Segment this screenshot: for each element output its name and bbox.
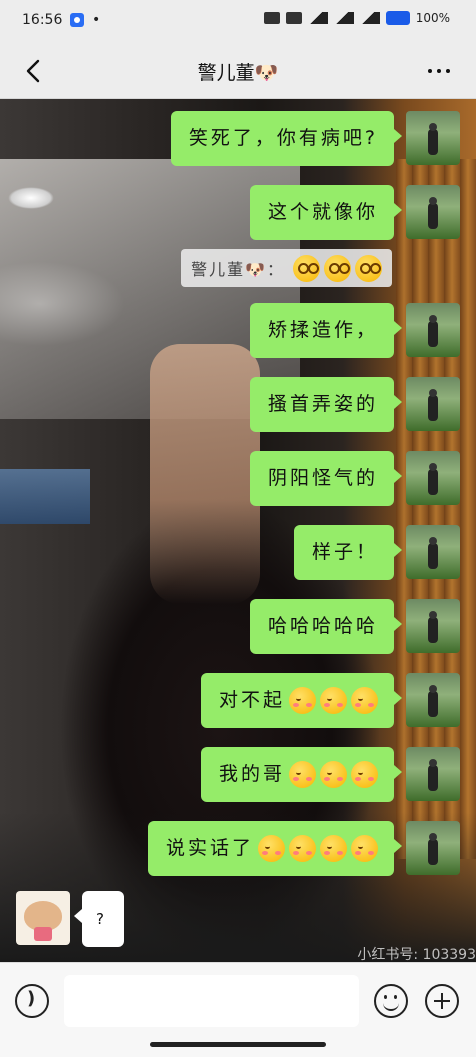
chat-title: 警儿董🐶 (197, 62, 279, 84)
nfc-icon (263, 12, 280, 24)
status-dot: • (92, 12, 101, 28)
incoming-message-row: ? (16, 891, 124, 947)
contact-avatar[interactable] (16, 891, 70, 945)
battery-percent: 100% (415, 11, 450, 25)
quote-sender: 警儿董🐶： (191, 260, 285, 279)
my-avatar[interactable] (406, 599, 460, 653)
quoted-message[interactable]: 警儿董🐶： (181, 249, 392, 287)
my-avatar[interactable] (406, 673, 460, 727)
dizzy-emoji-icon (293, 254, 320, 282)
my-avatar[interactable] (406, 525, 460, 579)
outgoing-message-row: 阴阳怪气的 (249, 451, 460, 506)
message-text: 对不起 (218, 689, 285, 711)
outgoing-bubble[interactable]: 搔首弄姿的 (249, 377, 403, 432)
message-text: 我的哥 (218, 763, 285, 785)
battery-icon (385, 11, 410, 25)
wifi-icon (359, 12, 380, 24)
signal-icon-2 (333, 12, 354, 24)
message-text: 阴阳怪气的 (267, 467, 378, 489)
blush-emoji-icon (289, 835, 316, 862)
outgoing-message-row: 哈哈哈哈哈 (249, 599, 460, 654)
outgoing-bubble[interactable]: 哈哈哈哈哈 (249, 599, 403, 654)
message-text: 这个就像你 (267, 201, 378, 223)
my-avatar[interactable] (406, 303, 460, 357)
outgoing-message-row: 矫揉造作， (249, 303, 460, 358)
status-time: 16:56 (22, 12, 63, 28)
my-avatar[interactable] (406, 111, 460, 165)
blush-emoji-icon (320, 835, 347, 862)
outgoing-bubble[interactable]: 阴阳怪气的 (249, 451, 403, 506)
blush-emoji-icon (351, 687, 378, 714)
status-bar: 16:56 • 100% (0, 0, 476, 44)
my-avatar[interactable] (406, 451, 460, 505)
blush-emoji-icon (351, 761, 378, 788)
outgoing-message-row: 对不起 (200, 673, 460, 728)
my-avatar[interactable] (406, 821, 460, 875)
emoji-icon[interactable] (374, 984, 408, 1018)
status-icons: 100% (263, 11, 450, 25)
outgoing-message-row: 我的哥 (200, 747, 460, 802)
my-avatar[interactable] (406, 747, 460, 801)
outgoing-bubble[interactable]: 说实话了 (147, 821, 403, 876)
outgoing-bubble[interactable]: 我的哥 (200, 747, 403, 802)
quote-emoji (289, 254, 382, 282)
voice-icon[interactable] (15, 984, 49, 1018)
blush-emoji-icon (351, 835, 378, 862)
blush-emoji-icon (258, 835, 285, 862)
message-text: 说实话了 (165, 837, 254, 859)
message-text: 样子！ (311, 541, 378, 563)
outgoing-message-row: 这个就像你 (249, 185, 460, 240)
outgoing-bubble[interactable]: 对不起 (200, 673, 403, 728)
dizzy-emoji-icon (324, 254, 351, 282)
dizzy-emoji-icon (355, 254, 382, 282)
my-avatar[interactable] (406, 377, 460, 431)
outgoing-message-row: 笑死了，你有病吧? (170, 111, 460, 166)
message-input[interactable] (64, 975, 359, 1027)
mute-icon (285, 12, 302, 24)
home-indicator (150, 1042, 326, 1047)
blush-emoji-icon (320, 761, 347, 788)
outgoing-bubble[interactable]: 样子！ (293, 525, 403, 580)
app-notification-icon (70, 13, 84, 27)
outgoing-message-row: 说实话了 (147, 821, 460, 876)
message-text: 笑死了，你有病吧? (188, 127, 378, 149)
chat-area[interactable]: 笑死了，你有病吧? 这个就像你矫揉造作， 搔首弄姿的阴阳怪气的样子！ 哈哈哈哈哈对不起… (0, 99, 476, 962)
outgoing-bubble[interactable]: 笑死了，你有病吧? (170, 111, 403, 166)
blush-emoji-icon (289, 761, 316, 788)
outgoing-message-row: 样子！ (293, 525, 460, 580)
outgoing-bubble[interactable]: 矫揉造作， (249, 303, 403, 358)
message-text: 哈哈哈哈哈 (267, 615, 378, 637)
incoming-bubble[interactable]: ? (74, 891, 124, 947)
chat-header: 警儿董🐶 (0, 44, 476, 99)
watermark: 小红书号: 103393 (357, 947, 476, 962)
background-lamp (8, 187, 54, 209)
plus-icon[interactable] (425, 984, 459, 1018)
background-face (150, 344, 260, 604)
message-text: 搔首弄姿的 (267, 393, 378, 415)
outgoing-message-row: 搔首弄姿的 (249, 377, 460, 432)
my-avatar[interactable] (406, 185, 460, 239)
blush-emoji-icon (289, 687, 316, 714)
signal-icon (307, 12, 328, 24)
more-options-icon[interactable] (428, 69, 450, 73)
blush-emoji-icon (320, 687, 347, 714)
outgoing-bubble[interactable]: 这个就像你 (249, 185, 403, 240)
message-text: 矫揉造作， (267, 319, 378, 341)
